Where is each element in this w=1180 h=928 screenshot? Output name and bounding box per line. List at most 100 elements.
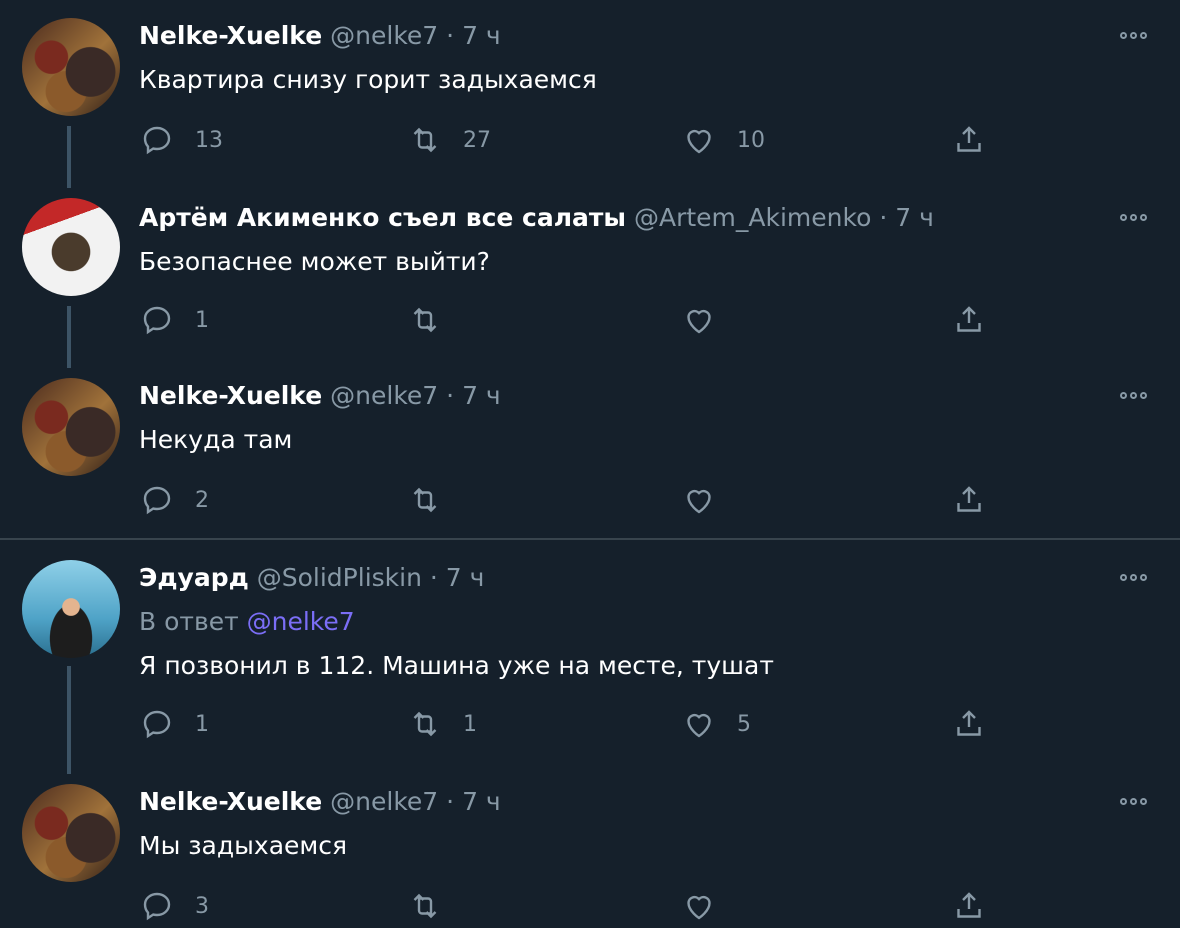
- timestamp[interactable]: 7 ч: [462, 381, 501, 410]
- avatar[interactable]: [22, 198, 120, 296]
- reply-count: 3: [195, 893, 209, 919]
- tweet-text: Мы задыхаемся: [139, 831, 348, 860]
- separator: ·: [429, 563, 438, 592]
- author-name[interactable]: Эдуард: [139, 563, 249, 592]
- tweet-text: Я позвонил в 112. Машина уже на месте, т…: [139, 651, 774, 680]
- author-handle[interactable]: @SolidPliskin: [257, 563, 422, 592]
- separator: ·: [446, 787, 455, 816]
- heart-icon: [687, 489, 711, 514]
- share-icon: [957, 892, 981, 918]
- share-button[interactable]: [951, 704, 987, 744]
- tweet-actions: 13 27 10: [139, 120, 999, 160]
- tweet-actions: 3: [139, 886, 999, 926]
- tweet[interactable]: Эдуард @SolidPliskin · 7 ч В ответ @nelk…: [0, 560, 1180, 760]
- share-button[interactable]: [951, 480, 987, 520]
- like-count: 10: [737, 127, 765, 153]
- tweet-header: Артём Акименко съел все салаты @Artem_Ak…: [139, 202, 934, 234]
- tweet[interactable]: Nelke-Xuelke @nelke7 · 7 ч Некуда там 2: [0, 378, 1180, 538]
- timestamp[interactable]: 7 ч: [462, 21, 501, 50]
- heart-icon: [687, 895, 711, 920]
- author-name[interactable]: Артём Акименко съел все салаты: [139, 203, 626, 232]
- tweet-text: Квартира снизу горит задыхаемся: [139, 65, 597, 94]
- reply-icon: [143, 710, 171, 739]
- author-name[interactable]: Nelke-Xuelke: [139, 21, 322, 50]
- author-handle[interactable]: @nelke7: [330, 381, 438, 410]
- reply-button[interactable]: 1: [139, 704, 209, 744]
- avatar[interactable]: [22, 378, 120, 476]
- more-options-icon[interactable]: [1120, 28, 1156, 42]
- retweet-icon: [413, 487, 437, 513]
- author-name[interactable]: Nelke-Xuelke: [139, 381, 322, 410]
- retweet-icon: [413, 307, 437, 333]
- tweet-actions: 1 1 5: [139, 704, 999, 744]
- like-button[interactable]: 10: [681, 120, 765, 160]
- retweet-button[interactable]: [407, 300, 443, 340]
- reply-to-mention[interactable]: @nelke7: [247, 607, 355, 636]
- author-name[interactable]: Nelke-Xuelke: [139, 787, 322, 816]
- timestamp[interactable]: 7 ч: [446, 563, 485, 592]
- reply-button[interactable]: 1: [139, 300, 209, 340]
- reply-count: 13: [195, 127, 223, 153]
- reply-icon: [143, 126, 171, 155]
- tweet[interactable]: Артём Акименко съел все салаты @Artem_Ak…: [0, 198, 1180, 358]
- more-options-icon[interactable]: [1120, 210, 1156, 224]
- tweet-header: Эдуард @SolidPliskin · 7 ч: [139, 562, 484, 594]
- avatar[interactable]: [22, 560, 120, 658]
- tweet-actions: 2: [139, 480, 999, 520]
- timestamp[interactable]: 7 ч: [895, 203, 934, 232]
- reply-count: 2: [195, 487, 209, 513]
- tweet-text: Безопаснее может выйти?: [139, 247, 490, 276]
- reply-icon: [143, 306, 171, 335]
- retweet-button[interactable]: 27: [407, 120, 491, 160]
- author-handle[interactable]: @nelke7: [330, 21, 438, 50]
- like-count: 5: [737, 711, 751, 737]
- author-handle[interactable]: @Artem_Akimenko: [634, 203, 871, 232]
- reply-button[interactable]: 2: [139, 480, 209, 520]
- more-options-icon[interactable]: [1120, 570, 1156, 584]
- like-button[interactable]: [681, 480, 717, 520]
- share-icon: [957, 306, 981, 332]
- thread-divider: [0, 538, 1180, 540]
- separator: ·: [446, 381, 455, 410]
- reply-icon: [143, 892, 171, 921]
- share-icon: [957, 710, 981, 736]
- reply-button[interactable]: 3: [139, 886, 209, 926]
- retweet-icon: [413, 711, 437, 737]
- tweet-header: Nelke-Xuelke @nelke7 · 7 ч: [139, 380, 501, 412]
- share-button[interactable]: [951, 300, 987, 340]
- tweet-actions: 1: [139, 300, 999, 340]
- like-button[interactable]: [681, 300, 717, 340]
- reply-button[interactable]: 13: [139, 120, 223, 160]
- tweet-header: Nelke-Xuelke @nelke7 · 7 ч: [139, 786, 501, 818]
- more-options-icon[interactable]: [1120, 388, 1156, 402]
- reply-to-label: В ответ: [139, 607, 239, 636]
- retweet-button[interactable]: 1: [407, 704, 477, 744]
- retweet-button[interactable]: [407, 480, 443, 520]
- avatar[interactable]: [22, 18, 120, 116]
- like-button[interactable]: 5: [681, 704, 751, 744]
- separator: ·: [446, 21, 455, 50]
- share-icon: [957, 126, 981, 152]
- retweet-count: 1: [463, 711, 477, 737]
- tweet[interactable]: Nelke-Xuelke @nelke7 · 7 ч Квартира сниз…: [0, 18, 1180, 178]
- reply-icon: [143, 486, 171, 515]
- separator: ·: [879, 203, 888, 232]
- share-button[interactable]: [951, 886, 987, 926]
- heart-icon: [687, 309, 711, 334]
- share-icon: [957, 486, 981, 512]
- more-options-icon[interactable]: [1120, 794, 1156, 808]
- share-button[interactable]: [951, 120, 987, 160]
- retweet-count: 27: [463, 127, 491, 153]
- author-handle[interactable]: @nelke7: [330, 787, 438, 816]
- avatar[interactable]: [22, 784, 120, 882]
- tweet-text: Некуда там: [139, 425, 293, 454]
- reply-to-line: В ответ @nelke7: [139, 606, 355, 638]
- retweet-icon: [413, 127, 437, 153]
- tweet[interactable]: Nelke-Xuelke @nelke7 · 7 ч Мы задыхаемся…: [0, 784, 1180, 928]
- retweet-icon: [413, 893, 437, 919]
- tweet-header: Nelke-Xuelke @nelke7 · 7 ч: [139, 20, 501, 52]
- retweet-button[interactable]: [407, 886, 443, 926]
- heart-icon: [687, 129, 711, 154]
- like-button[interactable]: [681, 886, 717, 926]
- timestamp[interactable]: 7 ч: [462, 787, 501, 816]
